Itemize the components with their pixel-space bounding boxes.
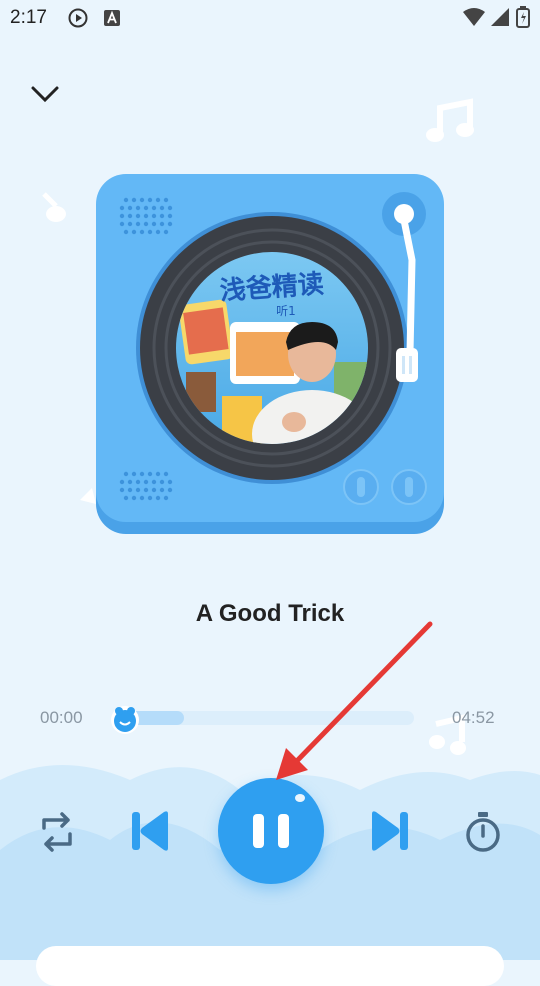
current-time: 00:00 [40, 708, 83, 727]
total-time: 04:52 [452, 708, 495, 727]
notification-a-icon [104, 10, 120, 26]
timer-icon[interactable] [462, 810, 504, 854]
turntable: 浅爸精读 听1 [94, 172, 446, 536]
music-note-small-icon [42, 192, 66, 222]
wifi-icon [463, 8, 485, 26]
collapse-chevron-icon[interactable] [30, 84, 60, 104]
battery-icon [516, 6, 530, 28]
play-status-icon [68, 8, 88, 28]
album-subtitle: 听1 [276, 304, 296, 318]
bottom-sheet-handle[interactable] [36, 946, 504, 986]
pause-icon [253, 794, 305, 848]
status-bar: 2:17 [0, 0, 540, 36]
progress-thumb[interactable] [108, 701, 142, 735]
skip-next-icon[interactable] [370, 810, 410, 852]
status-time: 2:17 [10, 7, 47, 28]
repeat-icon[interactable] [36, 812, 78, 852]
annotation-arrow [276, 621, 433, 780]
skip-previous-icon[interactable] [130, 810, 170, 852]
play-pause-button[interactable] [218, 778, 324, 884]
music-note-icon [426, 98, 474, 142]
signal-icon [491, 8, 509, 26]
